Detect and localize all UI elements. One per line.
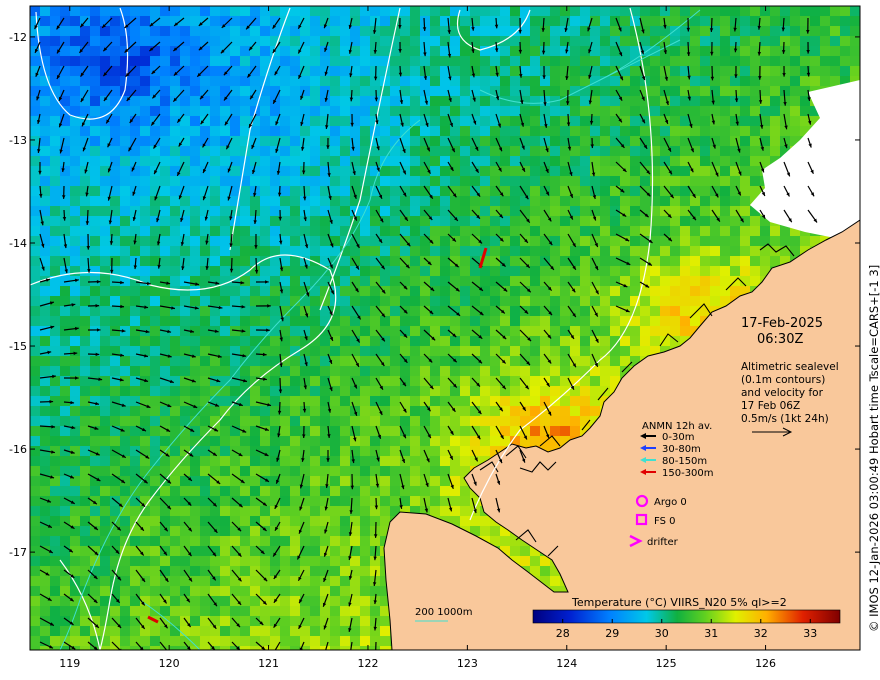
description-line: 17 Feb 06Z [741,400,800,412]
legend-label: FS 0 [654,516,675,527]
colorbar-tick-label: 32 [754,627,768,640]
description-line: (0.1m contours) [741,374,825,386]
time-label: 06:30Z [757,332,803,347]
legend-label: Argo 0 [654,497,687,508]
legend-label: 150-300m [662,468,714,479]
colorbar-tick-label: 28 [556,627,570,640]
lon-tick-label: 119 [59,657,80,670]
description-line: 0.5m/s (1kt 24h) [741,413,829,425]
legend-title: ANMN 12h av. [642,421,712,432]
lat-tick-label: -12 [9,31,27,44]
lon-tick-label: 122 [357,657,378,670]
lon-tick-label: 121 [258,657,279,670]
credit-text: © IMOS 12-Jan-2026 03:00:49 Hobart time … [867,265,880,632]
colorbar-tick-label: 29 [605,627,619,640]
sst-map: 119 120 121 122 123 124 125 126 -12 -13 -14 -15 -16… [9,5,880,670]
legend-label: 0-30m [662,432,694,443]
lat-tick-label: -16 [9,443,27,456]
lat-tick-label: -15 [9,340,27,353]
lon-tick-label: 126 [755,657,776,670]
lon-tick-label: 120 [159,657,180,670]
legend-label: 80-150m [662,456,707,467]
lon-tick-label: 123 [457,657,478,670]
lat-tick-label: -13 [9,134,27,147]
lon-tick-label: 125 [656,657,677,670]
lat-tick-label: -14 [9,237,27,250]
colorbar-tick-label: 30 [655,627,669,640]
description-line: Altimetric sealevel [741,361,839,373]
description-line: and velocity for [741,387,824,399]
legend-label: drifter [647,537,679,548]
colorbar-tick-label: 31 [704,627,718,640]
colorbar-tick-label: 33 [803,627,817,640]
colorbar-title: Temperature (°C) VIIRS_N20 5% ql>=2 [571,596,787,609]
lat-tick-label: -17 [9,546,27,559]
lon-tick-label: 124 [556,657,577,670]
isobath-label: 200 1000m [415,607,472,618]
colorbar [532,609,841,624]
date-label: 17-Feb-2025 [741,316,823,331]
legend-label: 30-80m [662,444,701,455]
